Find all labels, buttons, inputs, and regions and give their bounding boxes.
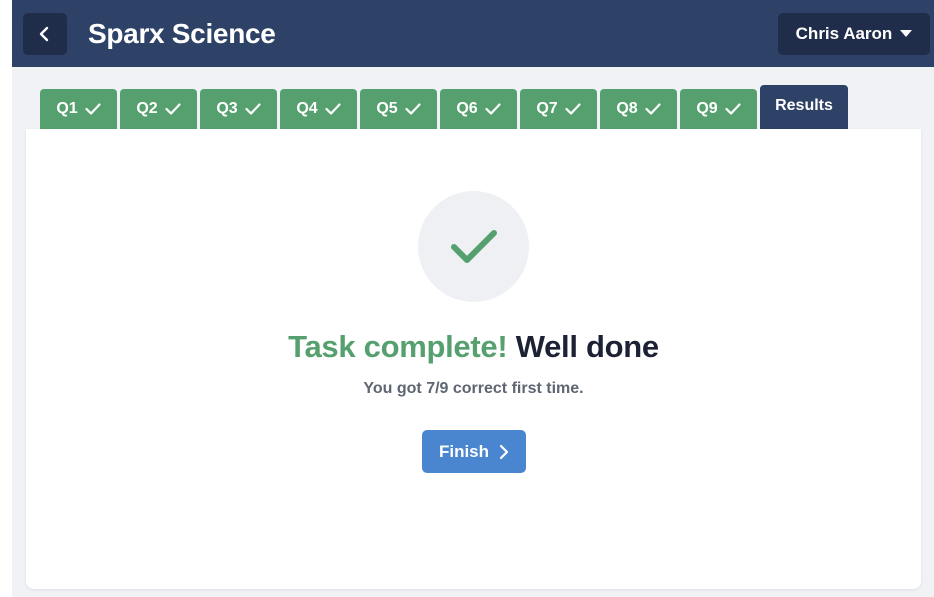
tab-q6[interactable]: Q6	[440, 89, 517, 129]
tab-q2[interactable]: Q2	[120, 89, 197, 129]
tab-q1[interactable]: Q1	[40, 89, 117, 129]
check-icon	[645, 103, 661, 115]
headline-task-complete: Task complete!	[288, 329, 508, 364]
tab-label: Q4	[296, 100, 318, 117]
result-badge	[418, 191, 529, 302]
tab-label: Q1	[56, 100, 78, 117]
check-icon	[485, 103, 501, 115]
tab-q3[interactable]: Q3	[200, 89, 277, 129]
tab-q4[interactable]: Q4	[280, 89, 357, 129]
user-name: Chris Aaron	[795, 24, 893, 43]
check-icon	[565, 103, 581, 115]
caret-down-icon	[900, 30, 913, 37]
tab-label: Q9	[696, 100, 718, 117]
check-icon	[165, 103, 181, 115]
user-menu-button[interactable]: Chris Aaron	[778, 13, 930, 55]
results-card: Task complete! Well done You got 7/9 cor…	[26, 129, 921, 589]
back-button[interactable]	[23, 13, 67, 55]
question-tabs: Q1 Q2 Q3 Q4 Q5 Q6 Q7 Q8 Q9 Results	[40, 85, 848, 136]
tab-label: Q6	[456, 100, 478, 117]
tab-q9[interactable]: Q9	[680, 89, 757, 129]
tab-q5[interactable]: Q5	[360, 89, 437, 129]
check-icon	[245, 103, 261, 115]
tab-label: Q2	[136, 100, 158, 117]
chevron-right-icon	[499, 444, 509, 459]
app-title: Sparx Science	[88, 18, 276, 49]
score-summary: You got 7/9 correct first time.	[363, 380, 584, 397]
app-header: Sparx Science Chris Aaron	[12, 0, 934, 67]
check-icon	[450, 229, 497, 263]
tab-label: Q3	[216, 100, 238, 117]
check-icon	[725, 103, 741, 115]
tab-q8[interactable]: Q8	[600, 89, 677, 129]
tab-q7[interactable]: Q7	[520, 89, 597, 129]
headline-well-done: Well done	[515, 329, 659, 364]
tab-label: Q5	[376, 100, 398, 117]
tab-label: Results	[775, 97, 833, 114]
chevron-left-icon	[39, 26, 49, 42]
check-icon	[85, 103, 101, 115]
finish-button-label: Finish	[438, 441, 490, 461]
tab-label: Q7	[536, 100, 558, 117]
tab-results[interactable]: Results	[760, 85, 848, 136]
tab-label: Q8	[616, 100, 638, 117]
check-icon	[325, 103, 341, 115]
check-icon	[405, 103, 421, 115]
finish-button[interactable]: Finish	[422, 430, 526, 473]
result-headline: Task complete! Well done	[26, 329, 921, 365]
